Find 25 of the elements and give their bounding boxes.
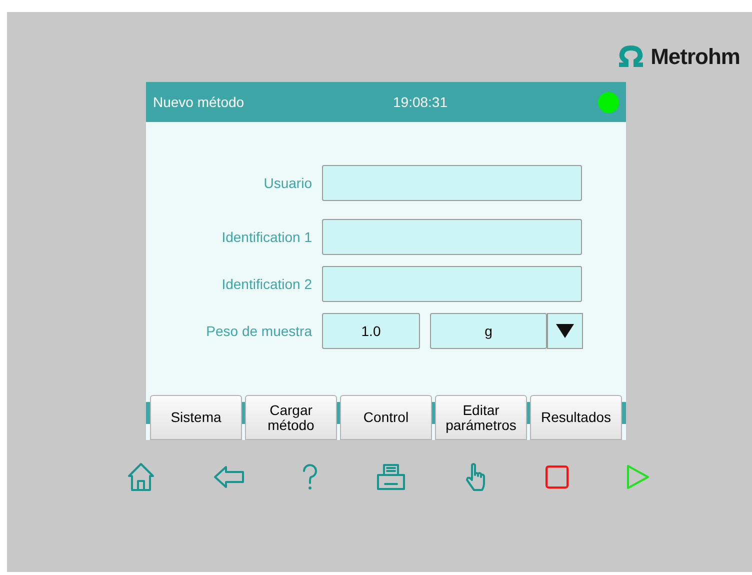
play-icon[interactable] <box>626 464 650 490</box>
clock-time: 19:08:31 <box>393 92 448 112</box>
hand-icon[interactable] <box>464 462 488 492</box>
number-field[interactable]: 1.0 <box>322 313 420 349</box>
menu-button[interactable]: Sistema <box>150 395 242 440</box>
menu-button[interactable]: Control <box>340 395 432 440</box>
menu-button[interactable]: Editar parámetros <box>435 395 527 440</box>
field-label: Usuario <box>262 174 313 192</box>
input-field[interactable] <box>322 219 582 255</box>
input-field[interactable] <box>322 266 582 302</box>
stop-icon[interactable] <box>545 465 569 489</box>
omega-logo-icon <box>616 45 645 67</box>
screen-title: Nuevo método <box>153 92 246 112</box>
logo-text: Metrohm <box>650 42 740 70</box>
back-icon[interactable] <box>213 465 245 489</box>
input-field[interactable] <box>322 165 582 201</box>
menu-button[interactable]: Cargar método <box>245 395 337 440</box>
help-icon[interactable] <box>302 463 318 491</box>
menu-button[interactable]: Resultados <box>530 395 622 440</box>
dropdown-arrow-icon[interactable] <box>555 323 575 339</box>
printer-icon[interactable] <box>375 463 407 491</box>
home-icon[interactable] <box>126 462 156 492</box>
field-label: Identification 2 <box>220 274 313 294</box>
field-label: Peso de muestra <box>205 322 313 340</box>
field-label: Identification 1 <box>220 228 313 246</box>
